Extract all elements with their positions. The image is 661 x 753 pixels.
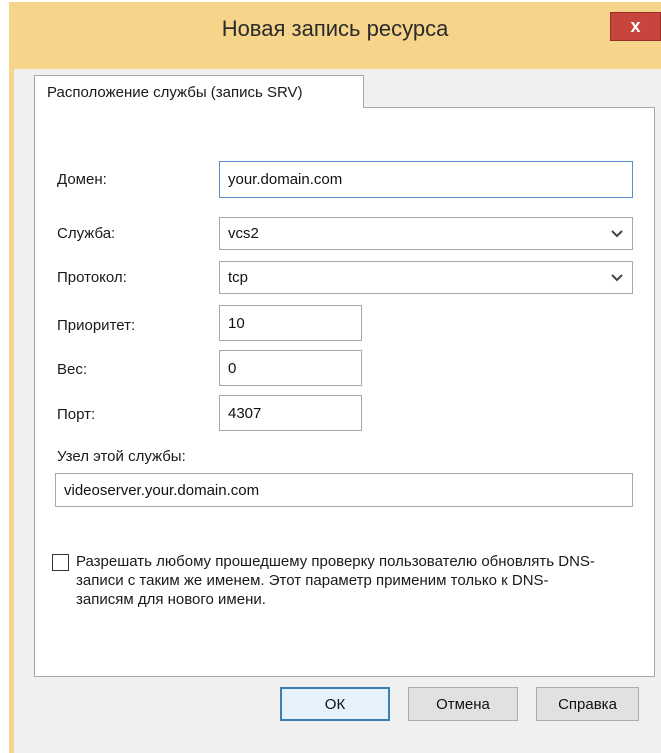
service-combobox[interactable]: vcs2 (219, 217, 633, 250)
service-label: Служба: (57, 225, 116, 242)
weight-label: Вес: (57, 361, 88, 378)
host-field[interactable]: videoserver.your.domain.com (55, 473, 633, 507)
dialog-window: Новая запись ресурса x Расположение служ… (9, 2, 661, 753)
tab-srv-record[interactable]: Расположение службы (запись SRV) (34, 75, 364, 108)
domain-field[interactable]: your.domain.com (219, 161, 633, 198)
close-button[interactable]: x (610, 12, 661, 41)
protocol-combobox[interactable]: tcp (219, 261, 633, 294)
ok-button[interactable]: ОК (280, 687, 390, 721)
dialog-client-area: Расположение службы (запись SRV) Домен: … (14, 69, 661, 753)
chevron-down-icon[interactable] (610, 273, 624, 283)
domain-label: Домен: (57, 171, 107, 188)
allow-update-checkbox[interactable] (52, 554, 69, 571)
close-icon: x (630, 16, 641, 36)
title-bar[interactable]: Новая запись ресурса x (9, 2, 661, 69)
cancel-button[interactable]: Отмена (408, 687, 518, 721)
help-button[interactable]: Справка (536, 687, 639, 721)
priority-label: Приоритет: (57, 317, 136, 334)
protocol-value: tcp (228, 269, 249, 286)
host-label: Узел этой службы: (57, 448, 186, 465)
allow-update-label[interactable]: Разрешать любому прошедшему проверку пол… (76, 552, 596, 609)
port-label: Порт: (57, 406, 96, 423)
service-value: vcs2 (228, 225, 259, 242)
chevron-down-icon[interactable] (610, 229, 624, 239)
window-title: Новая запись ресурса (221, 16, 449, 41)
protocol-label: Протокол: (57, 269, 127, 286)
priority-field[interactable]: 10 (219, 305, 362, 341)
weight-field[interactable]: 0 (219, 350, 362, 386)
port-field[interactable]: 4307 (219, 395, 362, 431)
